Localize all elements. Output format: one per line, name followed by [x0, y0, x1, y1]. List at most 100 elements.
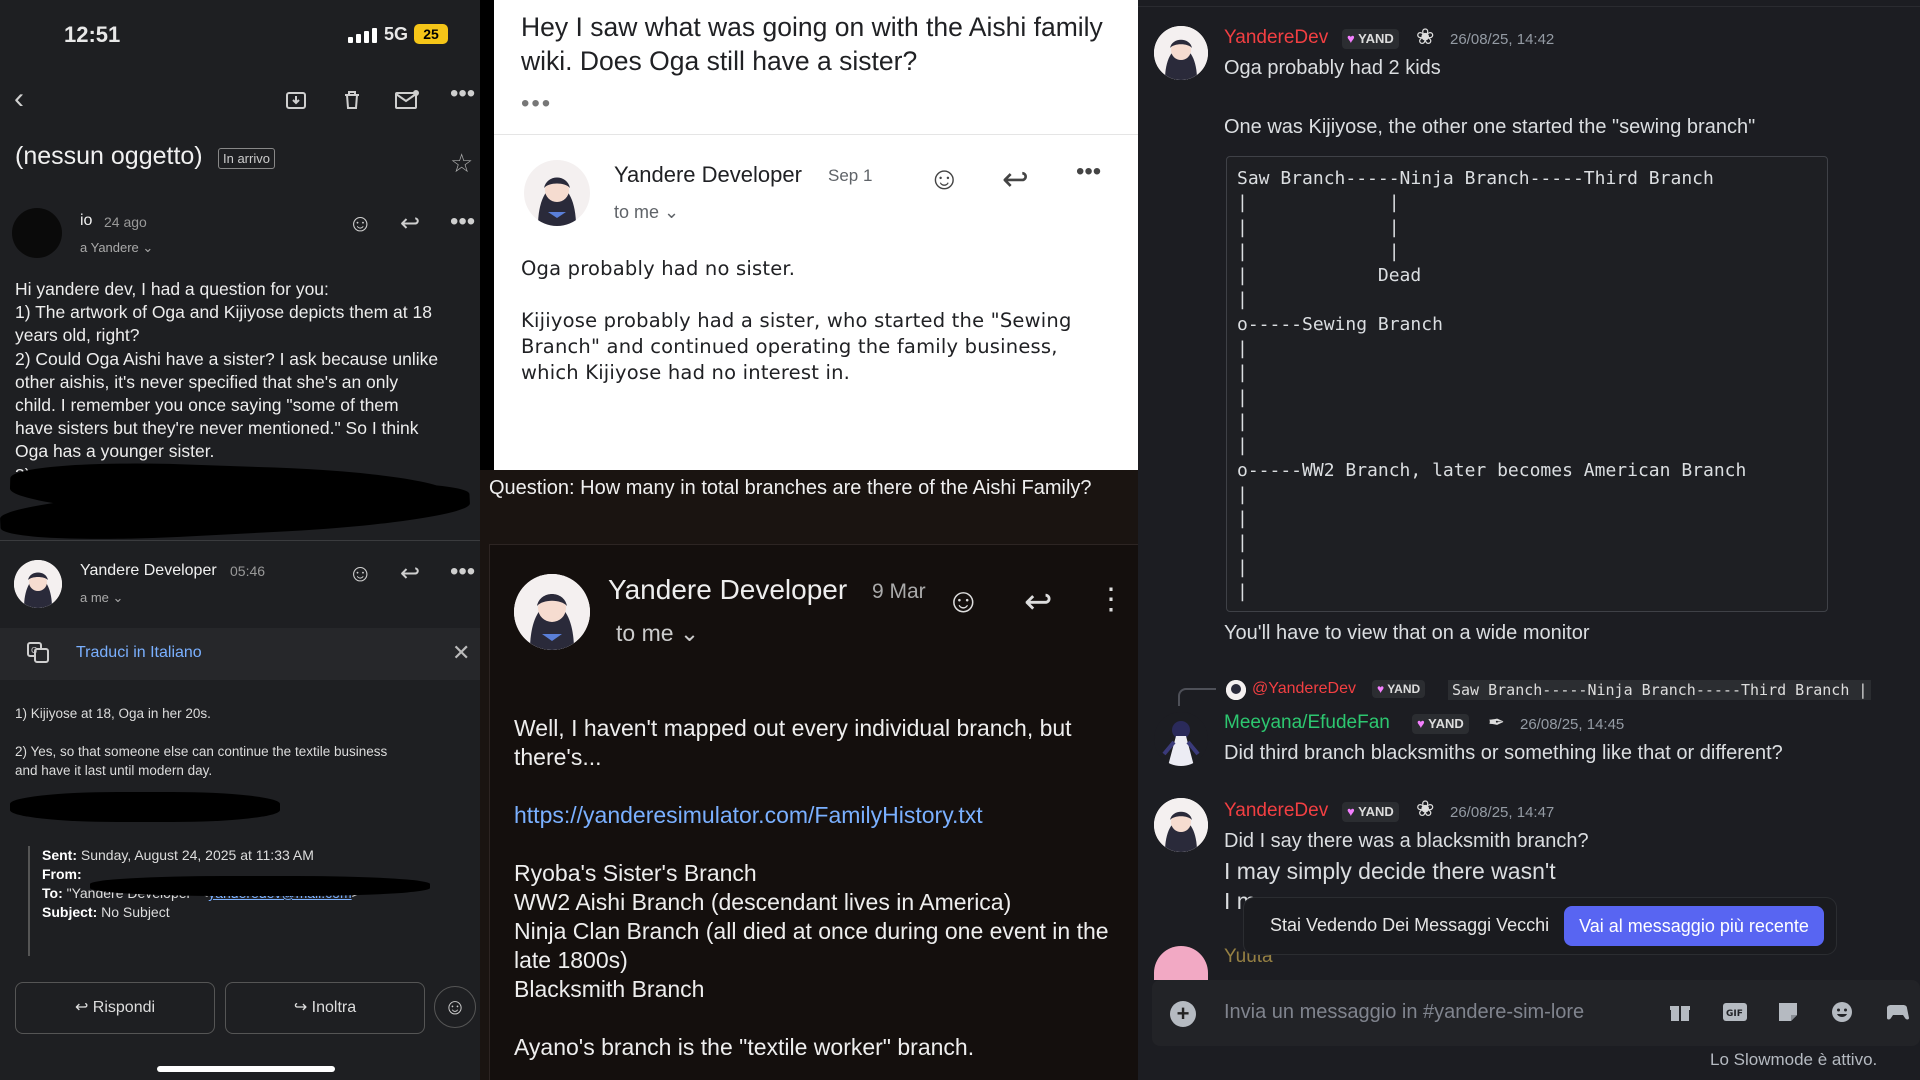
gift-icon[interactable]: [1668, 1000, 1692, 1031]
mark-unread-icon[interactable]: [394, 88, 420, 117]
recipient-toggle[interactable]: a me ⌄: [80, 590, 123, 606]
translate-link[interactable]: Traduci in Italiano: [76, 644, 202, 662]
message-text: Oga probably had 2 kids: [1224, 57, 1441, 79]
slowmode-notice: Lo Slowmode è attivo.: [1710, 1050, 1878, 1069]
more-icon[interactable]: •••: [1076, 158, 1101, 186]
recipient-toggle[interactable]: to me ⌄: [614, 202, 679, 223]
more-vert-icon[interactable]: ⋮: [1096, 582, 1126, 617]
role-badge[interactable]: ♥ YAND: [1342, 802, 1399, 822]
family-history-link[interactable]: https://yanderesimulator.com/FamilyHisto…: [514, 801, 1134, 830]
username[interactable]: Meeyana/EfudeFan: [1224, 712, 1390, 734]
message-date: 24 ago: [104, 214, 147, 230]
reply-icon[interactable]: ↩: [400, 212, 420, 236]
home-indicator: [157, 1066, 335, 1072]
message-input[interactable]: + Invia un messaggio in #yandere-sim-lor…: [1152, 980, 1920, 1046]
body-line: Oga has a younger sister.: [15, 441, 215, 462]
emoji-icon[interactable]: [1830, 1000, 1854, 1031]
reply-connector: [1178, 688, 1216, 706]
emblem-icon: ❀: [1416, 796, 1435, 821]
signal-icon: [348, 28, 377, 43]
message-time: 26/08/25, 14:45: [1520, 716, 1625, 733]
body-line: which Kijiyose had no interest in.: [521, 361, 851, 384]
reply-icon[interactable]: ↩: [1024, 582, 1053, 622]
badge-label: YAND: [1387, 682, 1421, 696]
divider: [0, 540, 480, 541]
branch-item: Ryoba's Sister's Branch: [514, 860, 757, 886]
message-placeholder[interactable]: Invia un messaggio in #yandere-sim-lore: [1224, 1001, 1584, 1024]
body-line: Branch" and continued operating the fami…: [521, 335, 1058, 358]
network-label: 5G: [384, 24, 409, 44]
emoji-icon[interactable]: ☺: [928, 160, 961, 197]
message-date: Sep 1: [828, 166, 873, 185]
code-block: Saw Branch-----Ninja Branch-----Third Br…: [1226, 156, 1828, 612]
emoji-icon[interactable]: ☺: [348, 212, 373, 236]
reply-username[interactable]: @YandereDev: [1252, 680, 1356, 698]
svg-text:G: G: [31, 646, 37, 655]
to-label: To:: [42, 885, 63, 901]
avatar[interactable]: [1154, 712, 1208, 766]
body-line: [521, 282, 1111, 308]
closing-line: Ayano's branch is the "textile worker" b…: [514, 1034, 975, 1060]
expand-quoted-icon[interactable]: •••: [521, 90, 552, 118]
username[interactable]: YandereDev: [1224, 800, 1328, 822]
message-body: Well, I haven't mapped out every individ…: [514, 714, 1134, 1062]
body-line: and have it last until modern day.: [15, 763, 213, 778]
forward-button[interactable]: ↪ Inoltra: [225, 982, 425, 1034]
close-icon[interactable]: ✕: [452, 640, 470, 666]
body-intro: Well, I haven't mapped out every individ…: [514, 715, 1072, 770]
recipient-toggle[interactable]: to me ⌄: [616, 620, 699, 647]
emoji-button[interactable]: ☺: [434, 986, 476, 1028]
body-line: Oga probably had no sister.: [521, 257, 796, 280]
role-badge[interactable]: ♥ YAND: [1412, 714, 1469, 734]
reply-preview[interactable]: Saw Branch-----Ninja Branch-----Third Br…: [1448, 680, 1872, 700]
subject-value: No Subject: [101, 904, 170, 920]
more-icon[interactable]: •••: [450, 210, 475, 234]
quoted-header: Sent: Sunday, August 24, 2025 at 11:33 A…: [28, 846, 448, 956]
trash-icon[interactable]: [340, 88, 364, 117]
reply-icon[interactable]: ↩: [1002, 160, 1029, 198]
sticker-icon[interactable]: [1776, 1000, 1800, 1031]
gmail-dark-panel: Question: How many in total branches are…: [480, 470, 1148, 1080]
avatar[interactable]: [1154, 798, 1208, 852]
more-icon[interactable]: •••: [450, 560, 475, 584]
message-time: 05:46: [230, 563, 266, 579]
body-line: 1) Kijiyose at 18, Oga in her 20s.: [15, 706, 211, 721]
avatar[interactable]: [1154, 26, 1208, 80]
avatar: [524, 160, 590, 226]
star-icon[interactable]: ☆: [450, 148, 473, 179]
reply-body: 1) Kijiyose at 18, Oga in her 20s. 2) Ye…: [15, 704, 470, 780]
body-line: have sisters but they're never mentioned…: [15, 418, 419, 439]
role-badge[interactable]: ♥ YAND: [1342, 29, 1399, 49]
add-attachment-icon[interactable]: +: [1170, 1001, 1196, 1027]
archive-icon[interactable]: [284, 88, 308, 117]
folder-tag[interactable]: In arrivo: [218, 148, 275, 169]
message-date: 9 Mar: [872, 580, 926, 603]
body-line: years old, right?: [15, 325, 140, 346]
mail-toolbar: ‹ •••: [0, 78, 480, 122]
redaction: [90, 876, 430, 896]
question-text: Hey I saw what was going on with the Ais…: [521, 12, 1103, 76]
old-messages-bar: Stai Vedendo Dei Messaggi Vecchi Vai al …: [1244, 898, 1836, 954]
reply-button[interactable]: ↩ Rispondi: [15, 982, 215, 1034]
svg-text:GIF: GIF: [1726, 1009, 1743, 1019]
branch-item: WW2 Aishi Branch (descendant lives in Am…: [514, 889, 1012, 915]
branch-item: Ninja Clan Branch (all died at once duri…: [514, 918, 1109, 973]
recipient-toggle[interactable]: a Yandere ⌄: [80, 240, 153, 256]
message-text: You'll have to view that on a wide monit…: [1224, 622, 1590, 644]
emoji-icon[interactable]: ☺: [946, 582, 981, 621]
message-text: One was Kijiyose, the other one started …: [1224, 116, 1756, 138]
sent-label: Sent:: [42, 847, 77, 863]
status-time: 12:51: [64, 22, 121, 47]
emoji-icon[interactable]: ☺: [348, 562, 373, 586]
translate-bar[interactable]: G Traduci in Italiano ✕: [0, 628, 480, 680]
more-icon[interactable]: •••: [450, 82, 475, 106]
from-label: From:: [42, 866, 82, 882]
branch-item: Blacksmith Branch: [514, 976, 705, 1002]
reply-icon[interactable]: ↩: [400, 562, 420, 586]
back-icon[interactable]: ‹: [14, 84, 24, 114]
redaction: [10, 792, 280, 822]
jump-to-present-button[interactable]: Vai al messaggio più recente: [1564, 906, 1824, 946]
apps-icon[interactable]: [1884, 1000, 1910, 1031]
gif-icon[interactable]: GIF: [1722, 1000, 1748, 1031]
username[interactable]: YandereDev: [1224, 27, 1328, 49]
